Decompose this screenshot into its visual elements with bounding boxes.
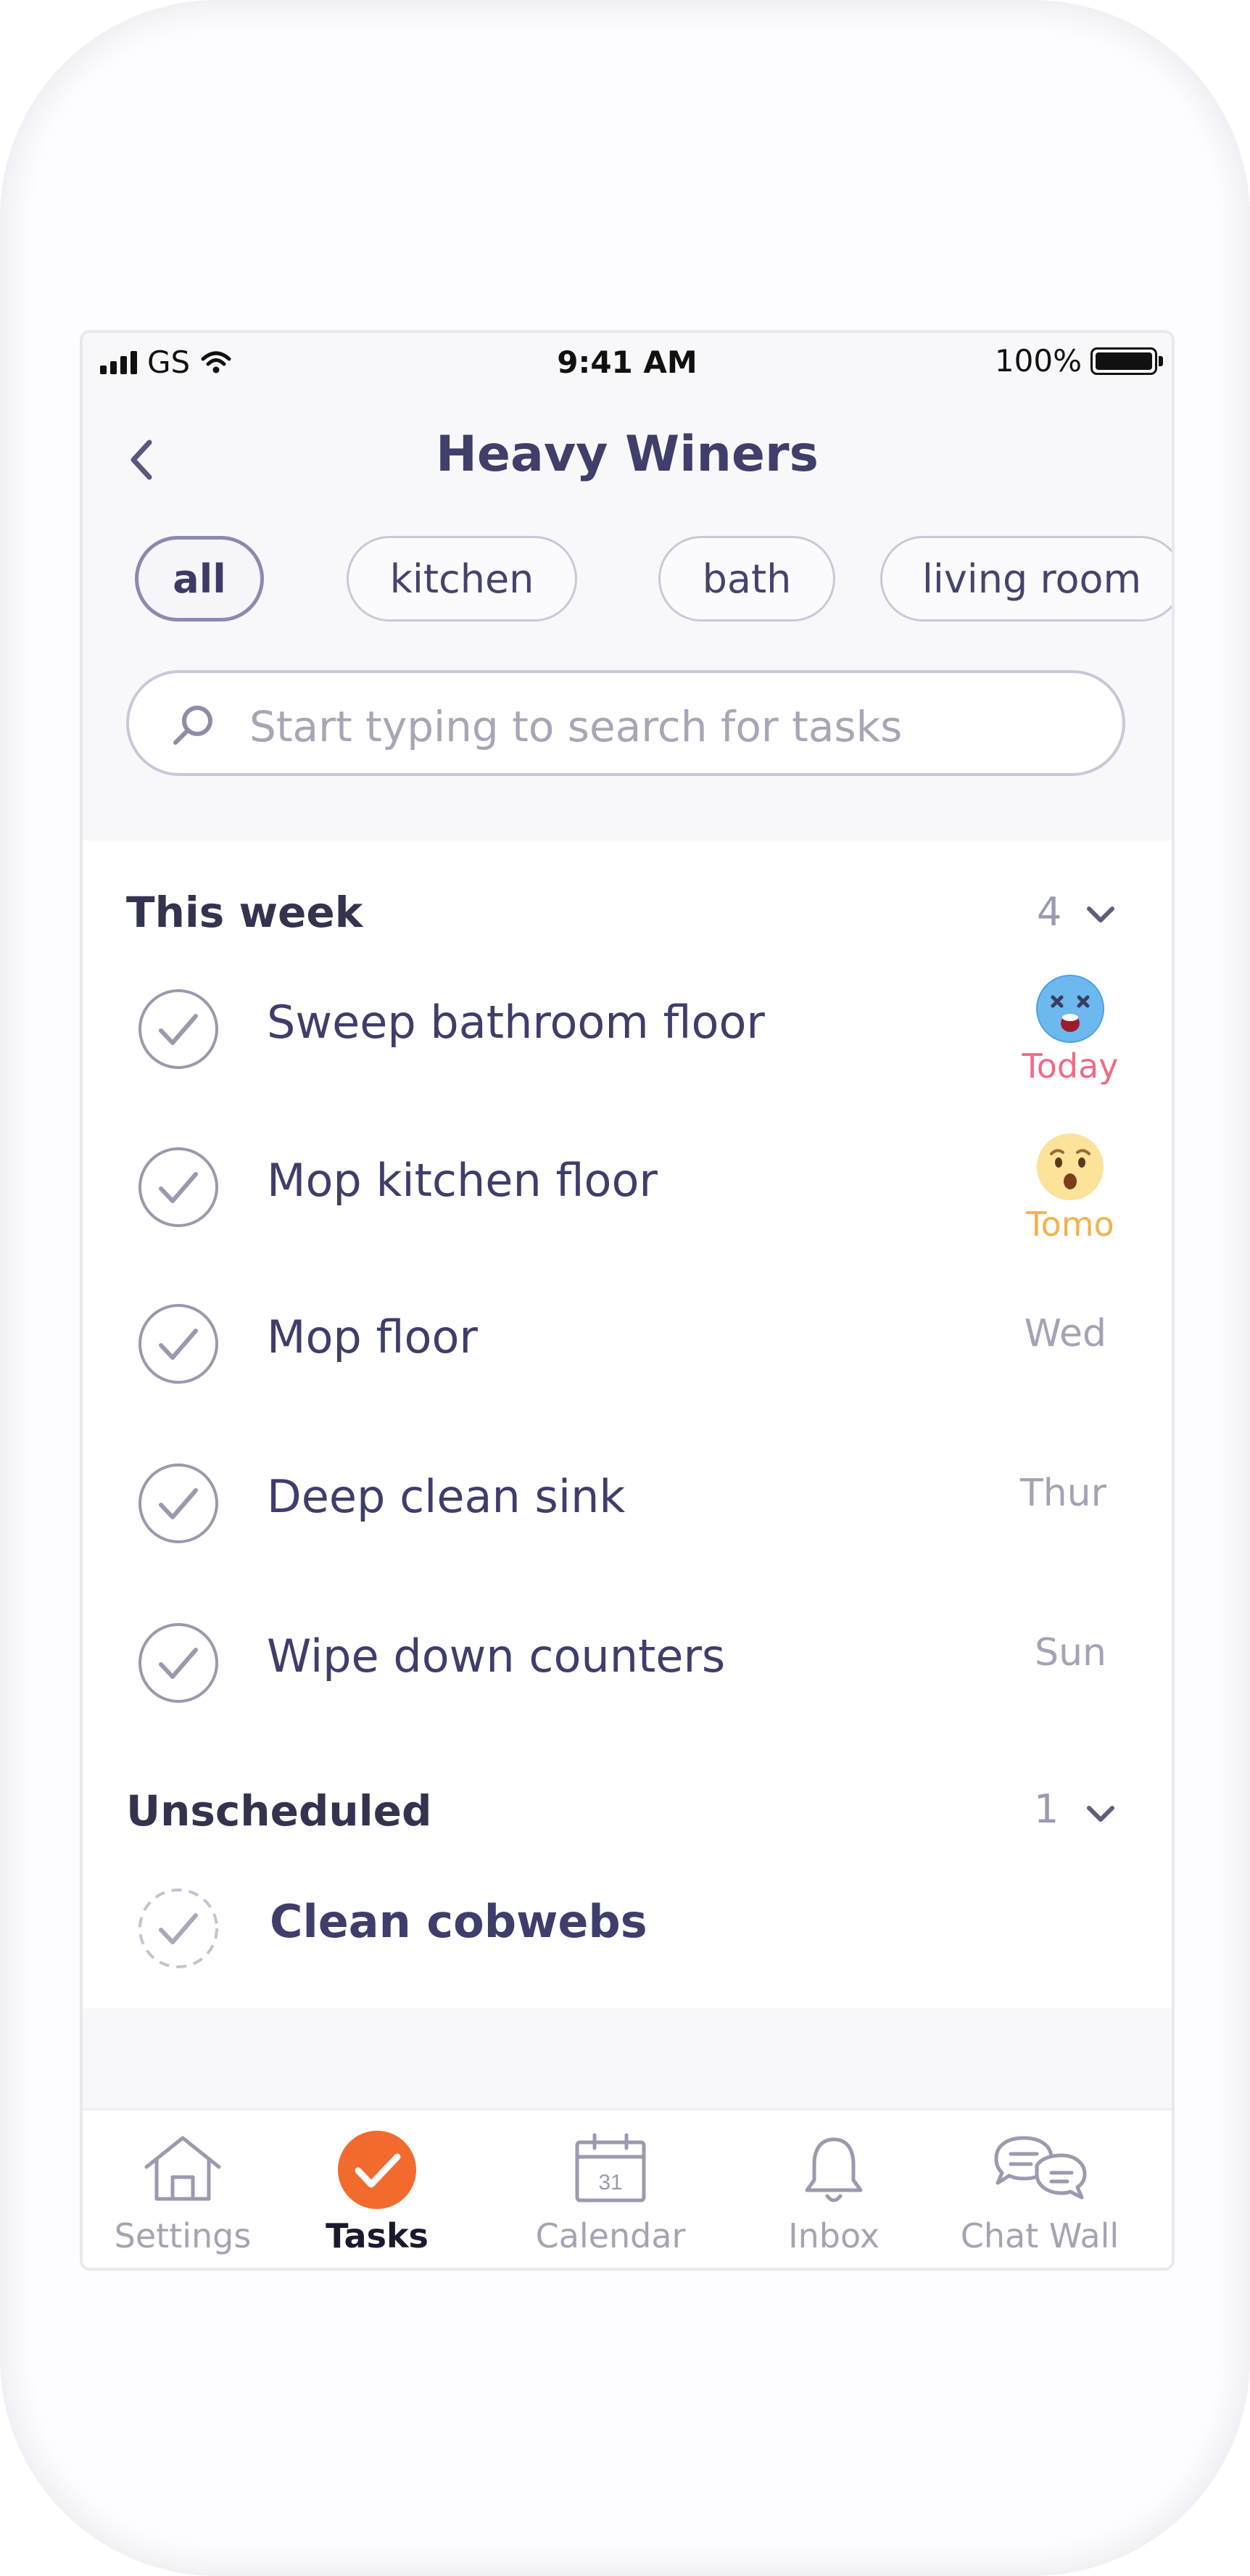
complete-checkbox-icon[interactable] (136, 1886, 220, 1970)
tab-label: Chat Wall (960, 2216, 1119, 2255)
task-row[interactable]: Mop kitchen floor Tomo (83, 1129, 1172, 1245)
tab-tasks[interactable]: Tasks (268, 2110, 486, 2268)
complete-checkbox-icon[interactable] (136, 987, 220, 1071)
tab-label: Tasks (326, 2216, 429, 2255)
dizzy-face-icon (1036, 975, 1104, 1043)
due-indicator: Tomo (1019, 1132, 1121, 1244)
battery-percent: 100% (994, 343, 1082, 379)
page-title: Heavy Winers (435, 426, 819, 483)
home-icon (144, 2136, 221, 2201)
complete-checkbox-icon[interactable] (136, 1461, 220, 1545)
checkmark-icon (338, 2131, 416, 2209)
tab-inbox[interactable]: Inbox (725, 2110, 943, 2268)
search-placeholder: Start typing to search for tasks (249, 702, 903, 751)
complete-checkbox-icon[interactable] (136, 1302, 220, 1386)
filter-chip-label: bath (702, 556, 792, 602)
task-title: Mop kitchen floor (267, 1154, 658, 1207)
tab-chat-wall[interactable]: Chat Wall (931, 2110, 1148, 2268)
due-label: Sun (1035, 1631, 1106, 1675)
calendar-day: 31 (598, 2171, 622, 2195)
tab-bar: Settings Tasks 31 Calendar Inbox Chat Wa… (83, 2108, 1172, 2268)
filter-chips: all kitchen bath living room (126, 536, 1172, 626)
tab-label: Inbox (788, 2216, 879, 2255)
bell-icon (805, 2137, 863, 2203)
task-row[interactable]: Mop floor Wed (83, 1286, 1172, 1402)
task-row[interactable]: Clean cobwebs (83, 1870, 1172, 1986)
section-count: 4 (1037, 889, 1062, 935)
complete-checkbox-icon[interactable] (136, 1145, 220, 1229)
filter-chip-all[interactable]: all (135, 536, 264, 622)
chat-bubbles-icon (994, 2136, 1087, 2200)
due-indicator: Today (1019, 974, 1121, 1086)
section-count: 1 (1034, 1786, 1059, 1832)
task-row[interactable]: Deep clean sink Thur (83, 1445, 1172, 1561)
filter-chip-living-room[interactable]: living room (880, 536, 1172, 622)
due-label: Today (1022, 1046, 1119, 1086)
due-label: Wed (1024, 1312, 1106, 1355)
battery-icon (1090, 347, 1163, 375)
task-row[interactable]: Wipe down counters Sun (83, 1605, 1172, 1721)
filter-chip-label: living room (922, 556, 1142, 602)
filter-chip-bath[interactable]: bath (658, 536, 835, 622)
due-label: Thur (1019, 1471, 1106, 1515)
chevron-down-icon[interactable] (1083, 1801, 1118, 1825)
tab-settings[interactable]: Settings (83, 2110, 291, 2268)
calendar-icon: 31 (575, 2133, 646, 2203)
task-title: Clean cobwebs (270, 1895, 647, 1948)
due-label: Tomo (1026, 1205, 1114, 1244)
status-right: 100% (994, 343, 1163, 379)
task-title: Deep clean sink (267, 1470, 626, 1523)
chevron-down-icon[interactable] (1083, 901, 1118, 926)
phone-frame: GS 9:41 AM 100% Heavy Winers all kitchen… (0, 0, 1250, 2576)
surprised-face-icon (1037, 1134, 1104, 1200)
task-title: Wipe down counters (267, 1630, 726, 1683)
filter-chip-kitchen[interactable]: kitchen (347, 536, 577, 622)
search-icon (173, 706, 212, 745)
task-title: Sweep bathroom floor (267, 996, 765, 1049)
task-title: Mop floor (267, 1310, 478, 1363)
section-title-unscheduled: Unscheduled (126, 1786, 432, 1836)
section-title-this-week: This week (126, 888, 363, 937)
search-input[interactable]: Start typing to search for tasks (126, 670, 1125, 776)
filter-chip-label: kitchen (389, 556, 534, 602)
tab-calendar[interactable]: 31 Calendar (502, 2110, 719, 2268)
app-screen: GS 9:41 AM 100% Heavy Winers all kitchen… (80, 330, 1175, 2271)
tab-label: Settings (114, 2216, 252, 2255)
status-bar: GS 9:41 AM 100% (83, 333, 1172, 391)
task-row[interactable]: Sweep bathroom floor Today (83, 971, 1172, 1087)
complete-checkbox-icon[interactable] (136, 1621, 220, 1705)
tab-label: Calendar (535, 2216, 686, 2255)
list-footer (83, 2008, 1172, 2110)
filter-chip-label: all (173, 556, 226, 602)
